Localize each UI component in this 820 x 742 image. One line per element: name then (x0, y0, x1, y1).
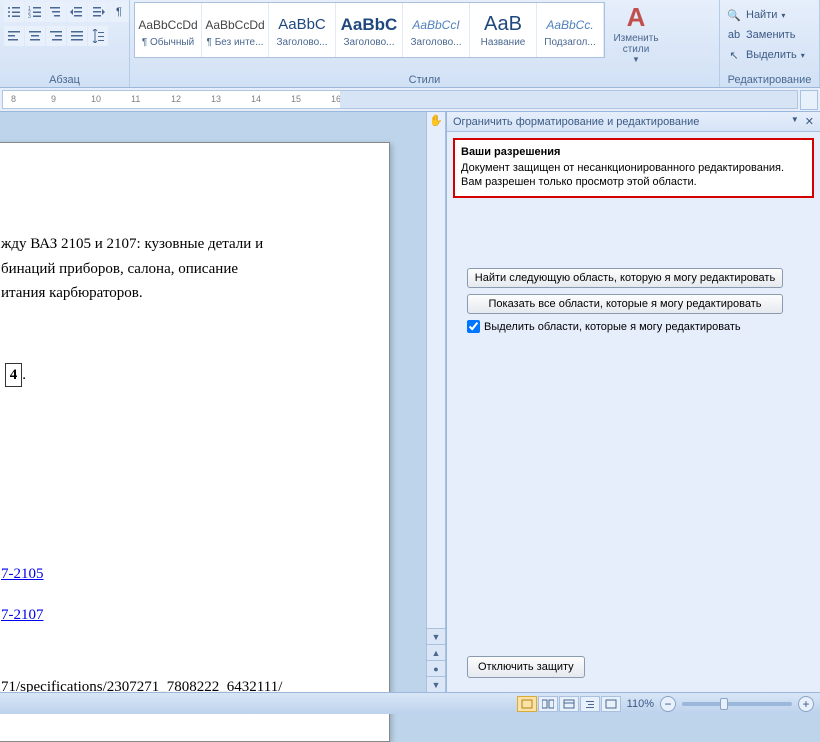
doc-text: итания карбюраторов. (1, 282, 369, 305)
document-pane: жду ВАЗ 2105 и 2107: кузовные детали и б… (0, 112, 426, 692)
align-center-button[interactable] (25, 26, 45, 46)
paragraph-group: 123 ¶ Абзац (0, 0, 130, 87)
permissions-text: Документ защищен от несанкционированного… (461, 162, 806, 174)
paragraph-group-label: Абзац (4, 73, 125, 87)
zoom-slider-thumb[interactable] (720, 698, 728, 710)
zoom-percentage[interactable]: 110% (627, 698, 654, 710)
styles-group: AaBbCcDd¶ Обычный AaBbCcDd¶ Без инте... … (130, 0, 720, 87)
style-subtitle[interactable]: AaBbCc.Подзагол... (537, 3, 604, 57)
zoom-in-button[interactable]: + (798, 696, 814, 712)
change-styles-button[interactable]: A Изменить стили ▼ (607, 2, 665, 64)
highlight-regions-input[interactable] (467, 320, 480, 333)
zoom-slider[interactable] (682, 702, 792, 706)
browse-object-button[interactable]: ● (427, 660, 445, 676)
fullscreen-reading-view-button[interactable] (538, 696, 558, 712)
align-right-button[interactable] (46, 26, 66, 46)
scroll-down-button[interactable]: ▼ (427, 628, 445, 644)
view-buttons (517, 696, 621, 712)
justify-button[interactable] (67, 26, 87, 46)
numbering-button[interactable]: 123 (25, 2, 45, 22)
outline-view-button[interactable] (580, 696, 600, 712)
increase-indent-button[interactable] (88, 2, 108, 22)
prev-page-button[interactable]: ▲ (427, 644, 445, 660)
link-2107[interactable]: 7-2107 (1, 607, 44, 623)
chevron-down-icon: ▼ (632, 55, 640, 64)
taskpane-title-bar: Ограничить форматирование и редактирован… (447, 112, 820, 132)
horizontal-ruler[interactable]: 8 9 10 11 12 13 14 15 16 17 (2, 90, 798, 109)
next-page-button[interactable]: ▼ (427, 676, 445, 692)
editing-group: 🔍Найти▾ abЗаменить ↖Выделить▾ Редактиров… (720, 0, 820, 87)
binoculars-icon: 🔍 (726, 9, 742, 22)
bullets-button[interactable] (4, 2, 24, 22)
permissions-box: Ваши разрешения Документ защищен от неса… (453, 138, 814, 198)
replace-icon: ab (726, 29, 742, 41)
style-heading3[interactable]: AaBbCcIЗаголово... (403, 3, 470, 57)
document-page[interactable]: жду ВАЗ 2105 и 2107: кузовные детали и б… (0, 142, 390, 742)
style-gallery[interactable]: AaBbCcDd¶ Обычный AaBbCcDd¶ Без инте... … (134, 2, 605, 58)
draft-view-button[interactable] (601, 696, 621, 712)
main-area: жду ВАЗ 2105 и 2107: кузовные детали и б… (0, 112, 820, 692)
doc-text: бинаций приборов, салона, описание (1, 258, 369, 281)
highlight-regions-checkbox[interactable]: Выделить области, которые я могу редакти… (467, 320, 814, 333)
style-heading1[interactable]: AaBbCЗаголово... (269, 3, 336, 57)
find-button[interactable]: 🔍Найти▾ (724, 6, 787, 24)
align-left-button[interactable] (4, 26, 24, 46)
style-nospacing[interactable]: AaBbCcDd¶ Без инте... (202, 3, 269, 57)
cursor-icon: ↖ (726, 49, 742, 62)
permissions-header: Ваши разрешения (461, 146, 806, 158)
select-button[interactable]: ↖Выделить▾ (724, 46, 807, 64)
disable-protection-button[interactable]: Отключить защиту (467, 656, 585, 678)
editing-group-label: Редактирование (724, 73, 815, 87)
line-spacing-button[interactable] (88, 26, 108, 46)
web-layout-view-button[interactable] (559, 696, 579, 712)
styles-group-label: Стили (134, 73, 715, 87)
decrease-indent-button[interactable] (67, 2, 87, 22)
style-title[interactable]: АаВНазвание (470, 3, 537, 57)
link-2105[interactable]: 7-2105 (1, 566, 44, 582)
multilevel-button[interactable] (46, 2, 66, 22)
taskpane-close-icon[interactable]: ✕ (805, 115, 814, 128)
taskpane-title: Ограничить форматирование и редактирован… (453, 116, 699, 128)
taskpane-menu-icon[interactable]: ▼ (791, 115, 799, 128)
print-layout-view-button[interactable] (517, 696, 537, 712)
zoom-out-button[interactable]: − (660, 696, 676, 712)
show-marks-button[interactable]: ¶ (109, 2, 129, 22)
ribbon: 123 ¶ Абзац AaBbCcDd¶ Обычный AaBbCcDd¶ … (0, 0, 820, 88)
style-heading2[interactable]: AaBbCЗаголово... (336, 3, 403, 57)
permissions-text: Вам разрешен только просмотр этой област… (461, 176, 806, 188)
ruler-toggle-button[interactable] (800, 90, 818, 110)
change-styles-icon: A (627, 2, 646, 33)
replace-button[interactable]: abЗаменить (724, 26, 797, 44)
vertical-scrollbar[interactable]: ✋ ▼ ▲ ● ▼ (426, 112, 446, 692)
find-next-region-button[interactable]: Найти следующую область, которую я могу … (467, 268, 783, 288)
restrict-editing-pane: Ограничить форматирование и редактирован… (446, 112, 820, 692)
ruler-area: 8 9 10 11 12 13 14 15 16 17 (0, 88, 820, 112)
doc-text: жду ВАЗ 2105 и 2107: кузовные детали и (1, 233, 369, 256)
status-bar: 110% − + (0, 692, 820, 714)
boxed-char: 4 (5, 363, 23, 388)
hand-tool-icon[interactable]: ✋ (427, 112, 445, 128)
style-normal[interactable]: AaBbCcDd¶ Обычный (135, 3, 202, 57)
show-all-regions-button[interactable]: Показать все области, которые я могу ред… (467, 294, 783, 314)
svg-text:3: 3 (28, 14, 31, 19)
